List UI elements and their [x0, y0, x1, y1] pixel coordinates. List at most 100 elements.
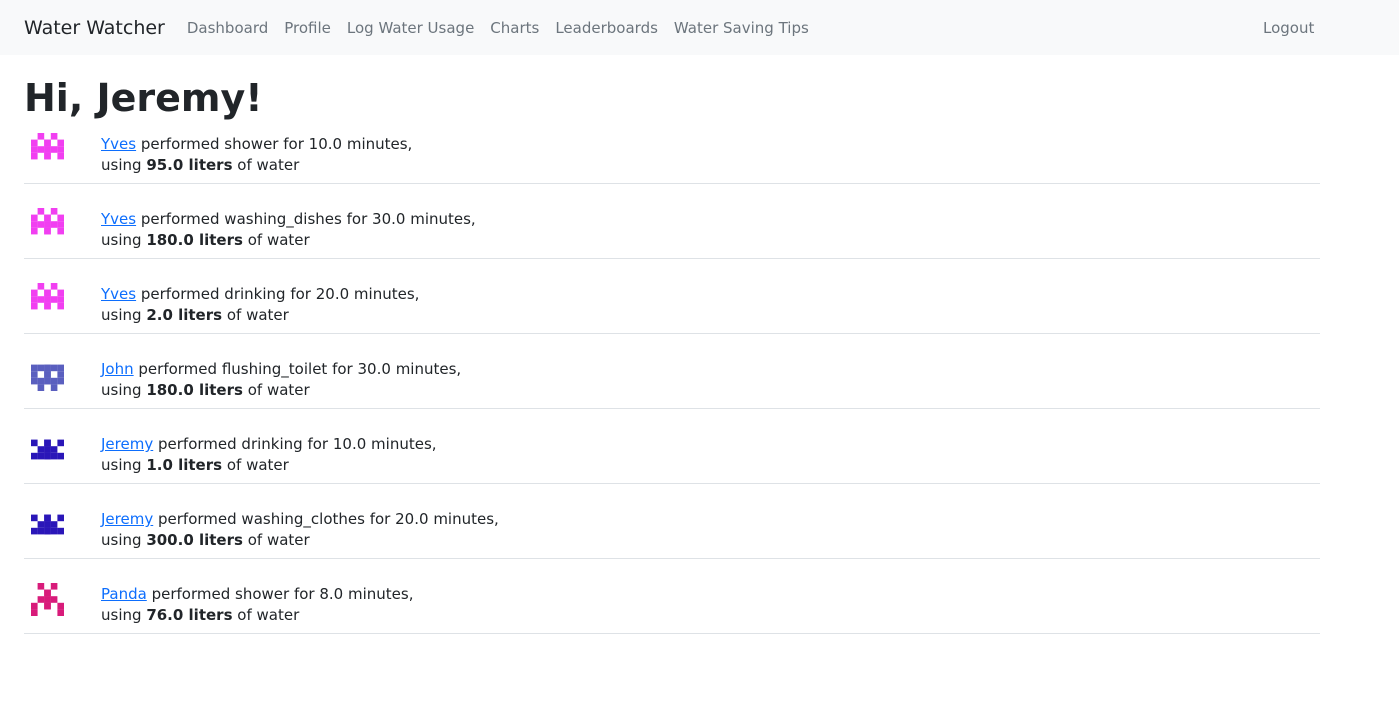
- entry-line-activity: Jeremy performed washing_clothes for 20.…: [101, 509, 499, 530]
- for-text: for: [332, 360, 353, 378]
- user-link[interactable]: Jeremy: [101, 510, 153, 528]
- of-water-text: of water: [226, 306, 289, 324]
- minutes-text: minutes,: [353, 285, 420, 303]
- nav-water-saving-tips[interactable]: Water Saving Tips: [666, 19, 817, 37]
- feed-entry-text: Yves performed washing_dishes for 30.0 m…: [101, 209, 476, 251]
- entry-line-usage: using 76.0 liters of water: [101, 605, 414, 626]
- nav-links: Dashboard Profile Log Water Usage Charts…: [179, 19, 817, 37]
- user-link[interactable]: Panda: [101, 585, 147, 603]
- performed-text: performed: [138, 360, 218, 378]
- user-link[interactable]: Yves: [101, 285, 136, 303]
- water-liters: 2.0 liters: [146, 306, 223, 324]
- of-water-text: of water: [226, 456, 289, 474]
- minutes-text: minutes,: [410, 210, 476, 228]
- activity-feed: Yves performed shower for 10.0 minutes, u…: [24, 129, 1320, 634]
- entry-line-activity: Jeremy performed drinking for 10.0 minut…: [101, 434, 437, 455]
- duration-minutes: 30.0: [357, 360, 391, 378]
- minutes-text: minutes,: [348, 585, 414, 603]
- for-text: for: [307, 435, 329, 453]
- entry-line-usage: using 1.0 liters of water: [101, 455, 437, 476]
- activity-name: shower: [235, 585, 290, 603]
- feed-item: John performed flushing_toilet for 30.0 …: [24, 334, 1320, 409]
- activity-name: flushing_toilet: [221, 360, 328, 378]
- feed-item: Yves performed shower for 10.0 minutes, u…: [24, 129, 1320, 184]
- user-link[interactable]: Yves: [101, 210, 136, 228]
- minutes-text: minutes,: [395, 360, 462, 378]
- brand-link[interactable]: Water Watcher: [24, 17, 165, 39]
- minutes-text: minutes,: [371, 435, 437, 453]
- water-liters: 180.0 liters: [146, 381, 243, 399]
- minutes-text: minutes,: [346, 135, 413, 153]
- user-link[interactable]: Yves: [101, 135, 136, 153]
- using-text: using: [101, 306, 142, 324]
- water-liters: 180.0 liters: [146, 231, 243, 249]
- avatar-icon: [31, 133, 64, 160]
- avatar-icon: [31, 583, 64, 616]
- feed-item: Jeremy performed drinking for 10.0 minut…: [24, 409, 1320, 484]
- entry-line-usage: using 95.0 liters of water: [101, 155, 412, 176]
- water-liters: 300.0 liters: [146, 531, 243, 549]
- using-text: using: [101, 381, 142, 399]
- user-link[interactable]: Jeremy: [101, 435, 153, 453]
- duration-minutes: 10.0: [308, 135, 343, 153]
- water-liters: 95.0 liters: [146, 156, 233, 174]
- feed-entry-text: Panda performed shower for 8.0 minutes, u…: [101, 584, 414, 626]
- avatar-icon: [31, 439, 64, 460]
- activity-name: drinking: [241, 435, 303, 453]
- using-text: using: [101, 156, 142, 174]
- nav-log-water-usage[interactable]: Log Water Usage: [339, 19, 482, 37]
- feed-item: Jeremy performed washing_clothes for 20.…: [24, 484, 1320, 559]
- of-water-text: of water: [237, 156, 300, 174]
- feed-item: Yves performed washing_dishes for 30.0 m…: [24, 184, 1320, 259]
- for-text: for: [290, 285, 311, 303]
- feed-entry-text: John performed flushing_toilet for 30.0 …: [101, 359, 461, 401]
- navbar: Water Watcher Dashboard Profile Log Wate…: [0, 0, 1399, 55]
- performed-text: performed: [140, 210, 220, 228]
- nav-charts[interactable]: Charts: [482, 19, 547, 37]
- water-liters: 1.0 liters: [146, 456, 223, 474]
- entry-line-activity: Yves performed washing_dishes for 30.0 m…: [101, 209, 476, 230]
- entry-line-activity: Yves performed shower for 10.0 minutes,: [101, 134, 412, 155]
- for-text: for: [369, 510, 391, 528]
- avatar-icon: [31, 283, 64, 310]
- entry-line-activity: John performed flushing_toilet for 30.0 …: [101, 359, 461, 380]
- using-text: using: [101, 231, 142, 249]
- activity-name: washing_dishes: [224, 210, 342, 228]
- entry-line-activity: Yves performed drinking for 20.0 minutes…: [101, 284, 419, 305]
- performed-text: performed: [151, 585, 231, 603]
- activity-name: shower: [224, 135, 279, 153]
- performed-text: performed: [158, 510, 237, 528]
- entry-line-usage: using 2.0 liters of water: [101, 305, 419, 326]
- user-link[interactable]: John: [101, 360, 134, 378]
- nav-dashboard[interactable]: Dashboard: [179, 19, 276, 37]
- activity-name: washing_clothes: [241, 510, 365, 528]
- avatar-icon: [31, 514, 64, 535]
- entry-line-usage: using 180.0 liters of water: [101, 380, 461, 401]
- for-text: for: [293, 585, 315, 603]
- of-water-text: of water: [247, 381, 310, 399]
- using-text: using: [101, 456, 142, 474]
- feed-entry-text: Jeremy performed washing_clothes for 20.…: [101, 509, 499, 551]
- feed-entry-text: Yves performed shower for 10.0 minutes, u…: [101, 134, 412, 176]
- using-text: using: [101, 531, 142, 549]
- of-water-text: of water: [247, 231, 310, 249]
- duration-minutes: 8.0: [319, 585, 344, 603]
- of-water-text: of water: [237, 606, 300, 624]
- performed-text: performed: [140, 135, 220, 153]
- activity-name: drinking: [224, 285, 286, 303]
- entry-line-usage: using 300.0 liters of water: [101, 530, 499, 551]
- avatar-icon: [31, 364, 64, 391]
- nav-leaderboards[interactable]: Leaderboards: [547, 19, 666, 37]
- duration-minutes: 20.0: [395, 510, 429, 528]
- entry-line-activity: Panda performed shower for 8.0 minutes,: [101, 584, 414, 605]
- duration-minutes: 30.0: [372, 210, 406, 228]
- duration-minutes: 10.0: [332, 435, 367, 453]
- feed-entry-text: Jeremy performed drinking for 10.0 minut…: [101, 434, 437, 476]
- nav-profile[interactable]: Profile: [276, 19, 339, 37]
- avatar-icon: [31, 208, 64, 235]
- logout-link[interactable]: Logout: [1263, 0, 1314, 55]
- minutes-text: minutes,: [433, 510, 499, 528]
- for-text: for: [283, 135, 304, 153]
- entry-line-usage: using 180.0 liters of water: [101, 230, 476, 251]
- page-title: Hi, Jeremy!: [24, 76, 263, 120]
